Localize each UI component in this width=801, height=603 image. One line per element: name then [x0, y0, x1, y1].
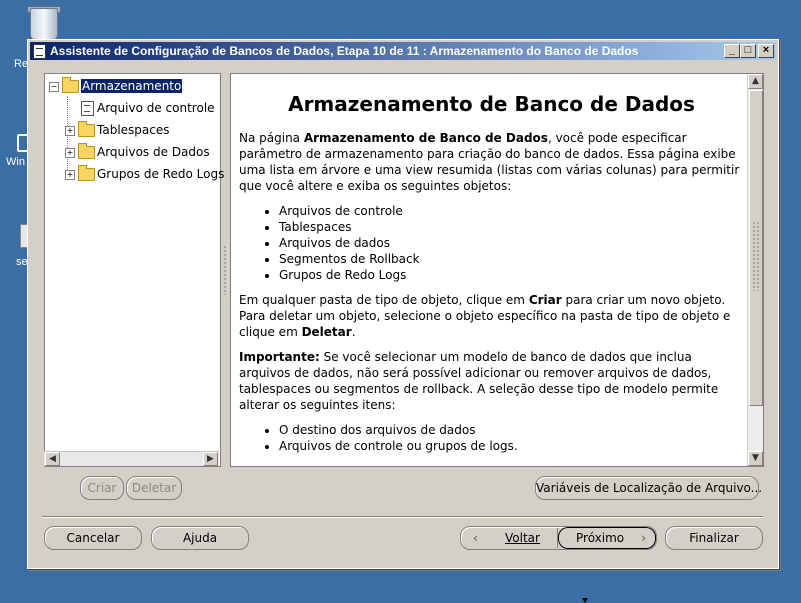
- expand-icon[interactable]: +: [65, 169, 75, 180]
- list-item: Arquivos de controle ou grupos de logs.: [279, 438, 744, 454]
- scroll-thumb[interactable]: [749, 90, 763, 406]
- scroll-right-icon[interactable]: ▶: [203, 452, 218, 466]
- tree-item-label: Arquivos de Dados: [97, 145, 210, 159]
- help-button[interactable]: Ajuda: [151, 526, 249, 550]
- app-icon: [33, 44, 46, 59]
- next-button[interactable]: Próximo ›: [558, 527, 656, 549]
- collapse-icon[interactable]: −: [49, 81, 59, 92]
- title-bar[interactable]: Assistente de Configuração de Bancos de …: [30, 42, 776, 60]
- folder-icon: [78, 121, 95, 137]
- window-title: Assistente de Configuração de Bancos de …: [50, 44, 639, 58]
- minimize-button[interactable]: _: [724, 44, 740, 58]
- tree-root-label[interactable]: Armazenamento: [79, 78, 184, 94]
- chevron-left-icon: ‹: [473, 531, 478, 545]
- scroll-down-icon[interactable]: ▼: [748, 451, 763, 466]
- recycle-bin-icon[interactable]: [24, 4, 64, 40]
- object-list: Arquivos de controle Tablespaces Arquivo…: [239, 203, 744, 283]
- tree-node-root[interactable]: − Armazenamento: [49, 77, 184, 95]
- list-item: Arquivos de controle: [279, 203, 744, 219]
- finish-button[interactable]: Finalizar: [665, 526, 763, 550]
- mouse-cursor-icon: [582, 598, 588, 603]
- template-items-list: O destino dos arquivos de dados Arquivos…: [239, 422, 744, 454]
- scroll-up-icon[interactable]: ▲: [748, 74, 763, 89]
- content-paragraph-1: Na página Armazenamento de Banco de Dado…: [239, 131, 740, 193]
- tree-item-label: Arquivo de controle: [97, 101, 215, 115]
- navigation-buttons: ‹ Voltar Próximo ›: [460, 526, 657, 550]
- content-paragraph-2: Em qualquer pasta de tipo de objeto, cli…: [239, 293, 731, 339]
- expand-icon[interactable]: +: [65, 125, 75, 136]
- list-item: Grupos de Redo Logs: [279, 267, 744, 283]
- content-heading: Armazenamento de Banco de Dados: [288, 92, 695, 116]
- desktop-label-3: se: [16, 256, 28, 268]
- tree-node-datafiles[interactable]: + Arquivos de Dados: [65, 143, 210, 161]
- tree-horizontal-scrollbar[interactable]: ◀ ▶: [44, 451, 219, 466]
- back-button[interactable]: ‹ Voltar: [461, 527, 557, 549]
- storage-tree: − Armazenamento Arquivo de controle + Tabl…: [44, 73, 224, 467]
- folder-icon: [78, 165, 95, 181]
- create-button[interactable]: Criar: [80, 476, 124, 500]
- list-item: Segmentos de Rollback: [279, 251, 744, 267]
- dbca-window: Assistente de Configuração de Bancos de …: [27, 39, 779, 569]
- folder-icon: [78, 143, 95, 159]
- tree-node-control-file[interactable]: Arquivo de controle: [81, 99, 215, 117]
- list-item: Tablespaces: [279, 219, 744, 235]
- folder-open-icon: [62, 77, 79, 93]
- scroll-left-icon[interactable]: ◀: [45, 452, 60, 466]
- tree-node-tablespaces[interactable]: + Tablespaces: [65, 121, 170, 139]
- file-location-variables-button[interactable]: Variáveis de Localização de Arquivo...: [535, 476, 762, 500]
- tree-item-label: Grupos de Redo Logs: [97, 167, 225, 181]
- desktop-label-2: Win: [6, 156, 25, 168]
- cancel-button[interactable]: Cancelar: [44, 526, 142, 550]
- document-icon: [81, 101, 94, 116]
- delete-button[interactable]: Deletar: [126, 476, 182, 500]
- expand-icon[interactable]: +: [65, 147, 75, 158]
- content-vertical-scrollbar[interactable]: ▲ ▼: [747, 74, 763, 466]
- desktop-label-1: Re: [14, 58, 29, 70]
- tree-item-label: Tablespaces: [97, 123, 170, 137]
- tree-node-redo-log-groups[interactable]: + Grupos de Redo Logs: [65, 165, 224, 183]
- separator: [42, 516, 763, 518]
- list-item: O destino dos arquivos de dados: [279, 422, 744, 438]
- chevron-right-icon: ›: [641, 531, 646, 545]
- content-paragraph-3: Importante: Se você selecionar um modelo…: [239, 350, 719, 412]
- list-item: Arquivos de dados: [279, 235, 744, 251]
- maximize-button[interactable]: □: [740, 44, 756, 58]
- panel-splitter[interactable]: [223, 245, 227, 295]
- close-button[interactable]: ×: [758, 44, 774, 58]
- help-content-panel: Armazenamento de Banco de Dados Na págin…: [230, 73, 764, 467]
